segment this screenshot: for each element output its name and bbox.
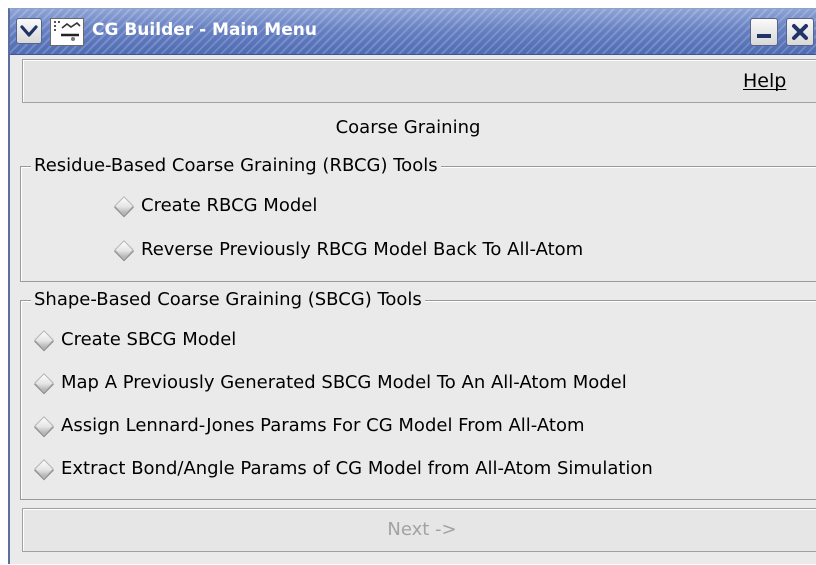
rbcg-tools-group: Residue-Based Coarse Graining (RBCG) Too… — [20, 153, 816, 282]
radio-label: Assign Lennard-Jones Params For CG Model… — [61, 415, 585, 436]
radio-label: Create RBCG Model — [141, 195, 318, 216]
minimize-icon — [757, 34, 771, 38]
next-button[interactable]: Next -> — [22, 508, 816, 552]
radio-diamond-icon — [114, 239, 134, 260]
chevron-down-icon — [20, 25, 38, 37]
radio-diamond-icon — [34, 329, 54, 350]
radio-reverse-rbcg-model[interactable]: Reverse Previously RBCG Model Back To Al… — [111, 239, 583, 260]
sbcg-tools-group: Shape-Based Coarse Graining (SBCG) Tools… — [20, 287, 816, 500]
radio-label: Reverse Previously RBCG Model Back To Al… — [141, 239, 584, 260]
radio-diamond-icon — [34, 458, 54, 479]
window-title: CG Builder - Main Menu — [92, 20, 317, 40]
sbcg-group-legend: Shape-Based Coarse Graining (SBCG) Tools — [31, 287, 425, 313]
radio-label: Extract Bond/Angle Params of CG Model fr… — [61, 458, 653, 479]
radio-diamond-icon — [114, 195, 134, 216]
radio-extract-bond-angle-params[interactable]: Extract Bond/Angle Params of CG Model fr… — [31, 458, 653, 479]
close-icon — [792, 24, 808, 40]
radio-diamond-icon — [34, 415, 54, 436]
radio-assign-lj-params[interactable]: Assign Lennard-Jones Params For CG Model… — [31, 415, 585, 436]
app-icon — [50, 18, 84, 46]
radio-create-rbcg-model[interactable]: Create RBCG Model — [111, 195, 317, 216]
help-menu[interactable]: Help — [743, 70, 786, 92]
radio-map-sbcg-to-all-atom[interactable]: Map A Previously Generated SBCG Model To… — [31, 372, 627, 393]
page-title: Coarse Graining — [335, 117, 481, 138]
radio-label: Map A Previously Generated SBCG Model To… — [61, 372, 627, 393]
radio-label: Create SBCG Model — [61, 329, 237, 350]
title-bar[interactable]: CG Builder - Main Menu — [10, 9, 816, 55]
menu-bar: Help — [22, 59, 816, 103]
rbcg-group-legend: Residue-Based Coarse Graining (RBCG) Too… — [31, 153, 441, 179]
window-menu-button[interactable] — [16, 18, 42, 44]
radio-diamond-icon — [34, 372, 54, 393]
close-button[interactable] — [786, 18, 814, 46]
minimize-button[interactable] — [750, 18, 778, 46]
radio-create-sbcg-model[interactable]: Create SBCG Model — [31, 329, 236, 350]
